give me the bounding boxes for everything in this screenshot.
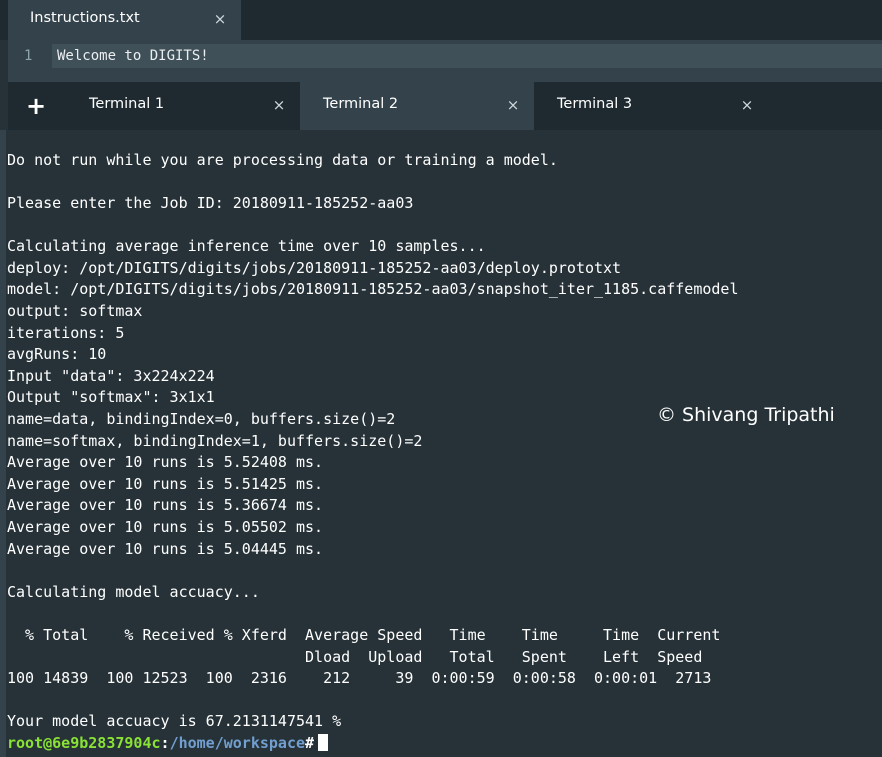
terminal-line: name=softmax, bindingIndex=1, buffers.si… [7, 432, 423, 450]
editor-line-text: Welcome to DIGITS! [57, 48, 209, 64]
editor-line-highlight[interactable]: Welcome to DIGITS! [52, 44, 882, 68]
editor-tab-instructions[interactable]: Instructions.txt × [8, 0, 241, 40]
terminal-line: Average over 10 runs is 5.51425 ms. [7, 475, 324, 493]
terminal-line: output: softmax [7, 302, 143, 320]
terminal-tab-bar: + Terminal 1 × Terminal 2 × Terminal 3 × [8, 82, 882, 130]
accuracy-result-line: Your model accuacy is 67.2131147541 % [7, 712, 342, 730]
terminal-line: Output "softmax": 3x1x1 [7, 388, 215, 406]
terminal-line: avgRuns: 10 [7, 345, 107, 363]
copyright-watermark: © Shivang Tripathi [657, 404, 835, 426]
command-prompt[interactable]: root@6e9b2837904c:/home/workspace# [7, 734, 329, 752]
tab-label: Terminal 1 [89, 96, 165, 112]
terminal-line: Average over 10 runs is 5.04445 ms. [7, 540, 324, 558]
close-icon[interactable]: × [505, 97, 521, 113]
editor-tab-label: Instructions.txt [30, 10, 140, 26]
editor-content[interactable]: 1 Welcome to DIGITS! [8, 40, 882, 82]
prompt-symbol: # [305, 734, 315, 752]
terminal-line: deploy: /opt/DIGITS/digits/jobs/20180911… [7, 259, 622, 277]
prompt-path: /home/workspace [169, 734, 306, 752]
terminal-line: name=data, bindingIndex=0, buffers.size(… [7, 410, 396, 428]
prompt-user-host: root@6e9b2837904c [7, 734, 161, 752]
terminal-line: Average over 10 runs is 5.36674 ms. [7, 496, 324, 514]
terminal-line: Calculating average inference time over … [7, 237, 486, 255]
tab-terminal-2[interactable]: Terminal 2 × [300, 82, 534, 130]
ide-window: Instructions.txt × 1 Welcome to DIGITS! … [0, 0, 882, 757]
add-terminal-button[interactable]: + [22, 92, 50, 120]
terminal-line: iterations: 5 [7, 324, 125, 342]
editor-tab-bar: Instructions.txt × [0, 0, 882, 40]
line-number: 1 [24, 48, 33, 64]
terminal-line: Calculating model accuacy... [7, 583, 260, 601]
close-icon[interactable]: × [739, 97, 755, 113]
tab-label: Terminal 3 [557, 96, 633, 112]
text-cursor [318, 734, 329, 751]
curl-header-line: % Total % Received % Xferd Average Speed… [7, 626, 721, 644]
curl-progress-line: 100 14839 100 12523 100 2316 212 39 0:00… [7, 669, 712, 687]
terminal-line: Do not run while you are processing data… [7, 151, 558, 169]
close-icon[interactable]: × [212, 11, 228, 27]
terminal-output[interactable]: Do not run while you are processing data… [0, 130, 882, 757]
curl-header-line: Dload Upload Total Spent Left Speed [7, 648, 703, 666]
terminal-line: Average over 10 runs is 5.52408 ms. [7, 453, 324, 471]
terminal-line: Please enter the Job ID: 20180911-185252… [7, 194, 414, 212]
tab-terminal-3[interactable]: Terminal 3 × [534, 82, 768, 130]
terminal-line: Input "data": 3x224x224 [7, 367, 215, 385]
tab-terminal-1[interactable]: Terminal 1 × [68, 82, 300, 130]
tab-label: Terminal 2 [323, 96, 399, 112]
terminal-line: model: /opt/DIGITS/digits/jobs/20180911-… [7, 280, 739, 298]
close-icon[interactable]: × [271, 97, 287, 113]
prompt-separator: : [160, 734, 170, 752]
terminal-line: Average over 10 runs is 5.05502 ms. [7, 518, 324, 536]
